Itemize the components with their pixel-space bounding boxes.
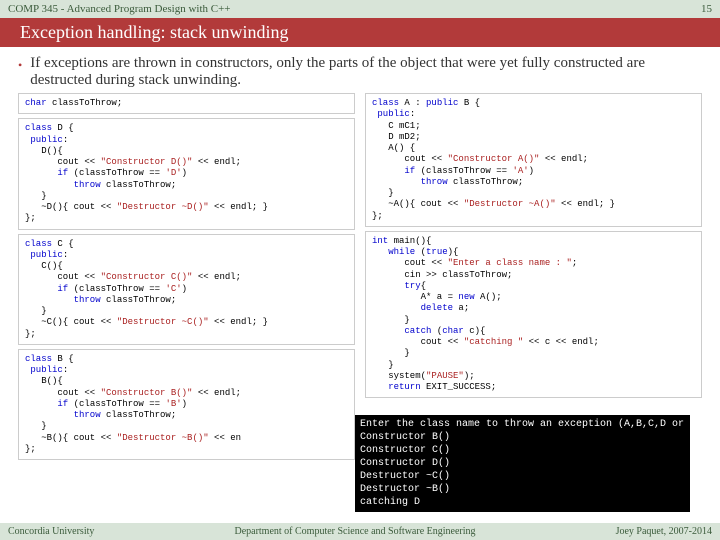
footer: Concordia University Department of Compu… bbox=[0, 523, 720, 540]
code-class-a: class A : public B { public: C mC1; D mD… bbox=[365, 93, 702, 227]
code-col-left: char classToThrow; class D { public: D()… bbox=[18, 93, 355, 464]
bullet-icon: • bbox=[18, 55, 22, 89]
code-char-decl: char classToThrow; bbox=[18, 93, 355, 114]
page-number: 15 bbox=[701, 3, 712, 15]
footer-center: Department of Computer Science and Softw… bbox=[234, 526, 475, 537]
code-class-b: class B { public: B(){ cout << "Construc… bbox=[18, 349, 355, 460]
footer-left: Concordia University bbox=[8, 526, 94, 537]
console-output: Enter the class name to throw an excepti… bbox=[355, 415, 690, 512]
code-col-right: class A : public B { public: C mC1; D mD… bbox=[365, 93, 702, 464]
course-name: COMP 345 - Advanced Program Design with … bbox=[8, 3, 231, 15]
code-class-d: class D { public: D(){ cout << "Construc… bbox=[18, 118, 355, 229]
footer-right: Joey Paquet, 2007-2014 bbox=[616, 526, 712, 537]
code-main: int main(){ while (true){ cout << "Enter… bbox=[365, 231, 702, 399]
body-text: • If exceptions are thrown in constructo… bbox=[0, 47, 720, 93]
course-bar: COMP 345 - Advanced Program Design with … bbox=[0, 0, 720, 18]
slide-title: Exception handling: stack unwinding bbox=[0, 18, 720, 47]
code-columns: char classToThrow; class D { public: D()… bbox=[0, 93, 720, 464]
body-content: If exceptions are thrown in constructors… bbox=[30, 55, 702, 89]
code-class-c: class C { public: C(){ cout << "Construc… bbox=[18, 234, 355, 345]
